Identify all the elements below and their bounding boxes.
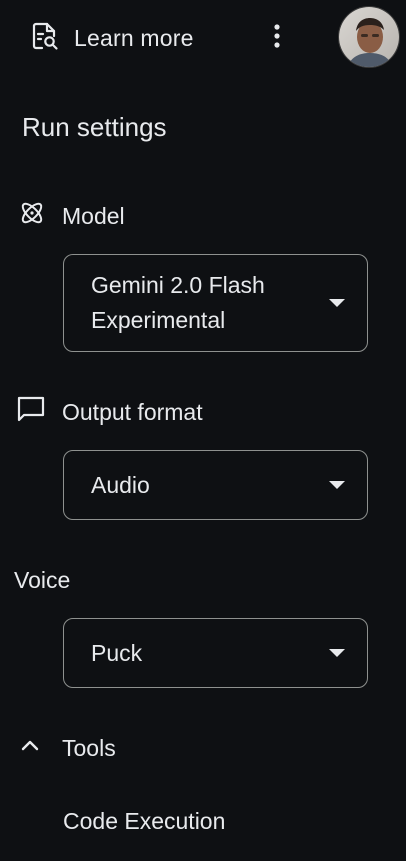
- model-select-value: Gemini 2.0 Flash Experimental: [91, 272, 265, 333]
- dropdown-caret-icon: [329, 481, 345, 489]
- dropdown-caret-icon: [329, 299, 345, 307]
- tool-item-code-execution[interactable]: Code Execution: [63, 808, 225, 835]
- doc-search-icon: [28, 20, 60, 57]
- more-vert-icon: [273, 23, 281, 54]
- run-settings-title: Run settings: [22, 112, 167, 142]
- chevron-up-icon: [18, 734, 42, 763]
- output-format-select[interactable]: Audio: [63, 450, 368, 520]
- voice-row: Voice: [14, 562, 70, 598]
- user-avatar[interactable]: [338, 6, 400, 68]
- output-format-row: Output format: [16, 394, 203, 430]
- tools-label: Tools: [62, 734, 116, 761]
- voice-select[interactable]: Puck: [63, 618, 368, 688]
- output-format-label: Output format: [62, 398, 203, 425]
- dropdown-caret-icon: [329, 649, 345, 657]
- model-row: Model: [18, 198, 125, 234]
- more-options-button[interactable]: [262, 22, 292, 54]
- learn-more-link[interactable]: Learn more: [28, 18, 194, 58]
- voice-select-value: Puck: [91, 639, 143, 666]
- model-label: Model: [62, 202, 125, 229]
- learn-more-label: Learn more: [74, 24, 194, 51]
- atom-icon: [18, 199, 46, 233]
- model-select[interactable]: Gemini 2.0 Flash Experimental: [63, 254, 368, 352]
- chat-bubble-icon: [16, 395, 46, 429]
- tools-toggle[interactable]: Tools: [18, 728, 116, 768]
- voice-label: Voice: [14, 566, 71, 593]
- output-format-select-value: Audio: [91, 471, 150, 498]
